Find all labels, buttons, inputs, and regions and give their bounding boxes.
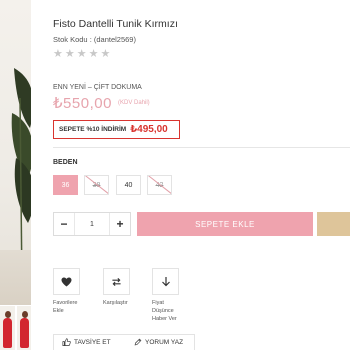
discount-price: ₺495,00 xyxy=(130,124,168,135)
product-tag: ENN YENİ – ÇİFT DOKUMA xyxy=(53,84,142,91)
cart-discount-box: SEPETE %10 İNDİRİM ₺495,00 xyxy=(53,120,180,139)
price-alert-button[interactable] xyxy=(152,268,179,295)
recommend-label: TAVSİYE ET xyxy=(74,338,111,346)
compare-arrows-icon xyxy=(112,277,121,286)
thumbnail-1[interactable] xyxy=(0,306,15,350)
size-option-42[interactable]: 42 xyxy=(147,175,172,195)
quantity-stepper: − 1 + xyxy=(53,212,131,236)
quantity-plus-button[interactable]: + xyxy=(110,213,130,235)
recommend-button[interactable]: TAVSİYE ET xyxy=(62,338,111,346)
arrow-down-icon xyxy=(161,277,170,287)
share-review-bar: TAVSİYE ET YORUM YAZ xyxy=(53,334,195,350)
rating-stars[interactable]: ★★★★★ xyxy=(53,47,112,60)
compare-label: Karşılaştır xyxy=(103,300,128,306)
buy-now-button[interactable] xyxy=(317,212,350,236)
size-label: BEDEN xyxy=(53,159,78,166)
add-to-cart-button[interactable]: SEPETE EKLE xyxy=(137,212,313,236)
product-sku: Stok Kodu : (dantel2569) xyxy=(53,35,136,44)
favorites-label: Favorilere Ekle xyxy=(53,300,78,314)
product-price: ₺550,00 xyxy=(53,95,112,112)
size-option-38[interactable]: 38 xyxy=(84,175,109,195)
price-alert-label: Fiyat Düşünce Haber Ver xyxy=(152,300,177,322)
thumbnail-2[interactable] xyxy=(17,306,31,350)
vat-note: (KDV Dahil) xyxy=(118,100,150,106)
size-option-36[interactable]: 36 xyxy=(53,175,78,195)
pencil-icon xyxy=(134,338,142,346)
heart-icon xyxy=(61,276,72,287)
divider xyxy=(53,147,350,148)
thumbs-up-icon xyxy=(62,338,71,346)
thumbnail-strip xyxy=(0,306,31,350)
write-review-button[interactable]: YORUM YAZ xyxy=(134,338,183,346)
product-title: Fisto Dantelli Tunik Kırmızı xyxy=(53,18,178,30)
compare-button[interactable] xyxy=(103,268,130,295)
quantity-input[interactable]: 1 xyxy=(74,213,110,235)
size-option-40[interactable]: 40 xyxy=(116,175,141,195)
quantity-minus-button[interactable]: − xyxy=(54,213,74,235)
discount-label: SEPETE %10 İNDİRİM xyxy=(59,126,127,133)
review-label: YORUM YAZ xyxy=(145,338,184,346)
product-main-image[interactable] xyxy=(0,0,31,305)
favorites-button[interactable] xyxy=(53,268,80,295)
